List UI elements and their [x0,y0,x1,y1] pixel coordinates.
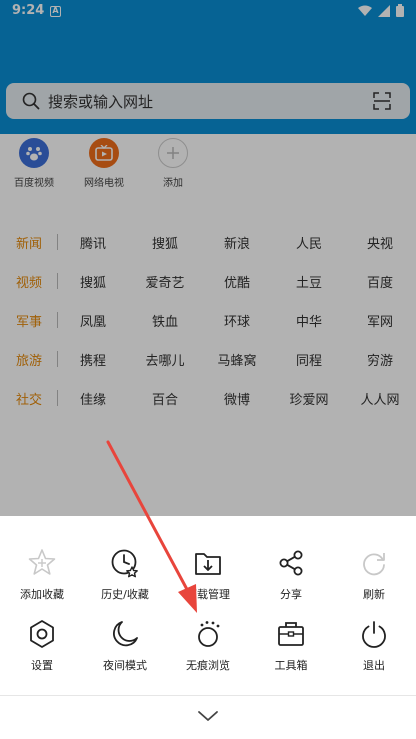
menu-label: 刷新 [363,588,385,601]
menu-label: 下载管理 [186,588,230,601]
toolbox-button[interactable]: 工具箱 [249,619,333,681]
menu-label: 历史/收藏 [101,588,149,601]
download-icon [195,553,221,575]
sheet-divider [0,695,416,696]
night-mode-button[interactable]: 夜间模式 [83,619,167,681]
menu-label: 无痕浏览 [186,659,230,672]
incognito-button[interactable]: 无痕浏览 [166,619,250,681]
menu-label: 设置 [31,659,53,672]
download-manager-button[interactable]: 下载管理 [166,548,250,610]
menu-label: 退出 [363,659,385,672]
exit-button[interactable]: 退出 [332,619,416,681]
share-button[interactable]: 分享 [249,548,333,610]
star-plus-icon [28,549,56,575]
settings-button[interactable]: 设置 [0,619,84,681]
incognito-icon [198,621,220,647]
browser-menu-sheet: 添加收藏 历史/收藏 下载管理 分享 刷新 设置 夜间模式 无痕浏览 工具箱 退… [0,516,416,739]
dim-overlay[interactable] [0,0,416,516]
refresh-icon [363,553,385,576]
power-icon [362,621,386,648]
add-bookmark-button[interactable]: 添加收藏 [0,548,84,610]
menu-label: 添加收藏 [20,588,64,601]
moon-icon [113,621,138,647]
menu-label: 工具箱 [274,659,308,672]
gear-icon [30,620,54,648]
toolbox-icon [278,622,304,646]
history-icon [111,549,138,578]
share-icon [279,550,303,576]
menu-label: 夜间模式 [103,659,147,672]
history-bookmarks-button[interactable]: 历史/收藏 [83,548,167,610]
chevron-down-icon[interactable] [196,708,220,724]
menu-label: 分享 [280,588,302,601]
refresh-button[interactable]: 刷新 [332,548,416,610]
